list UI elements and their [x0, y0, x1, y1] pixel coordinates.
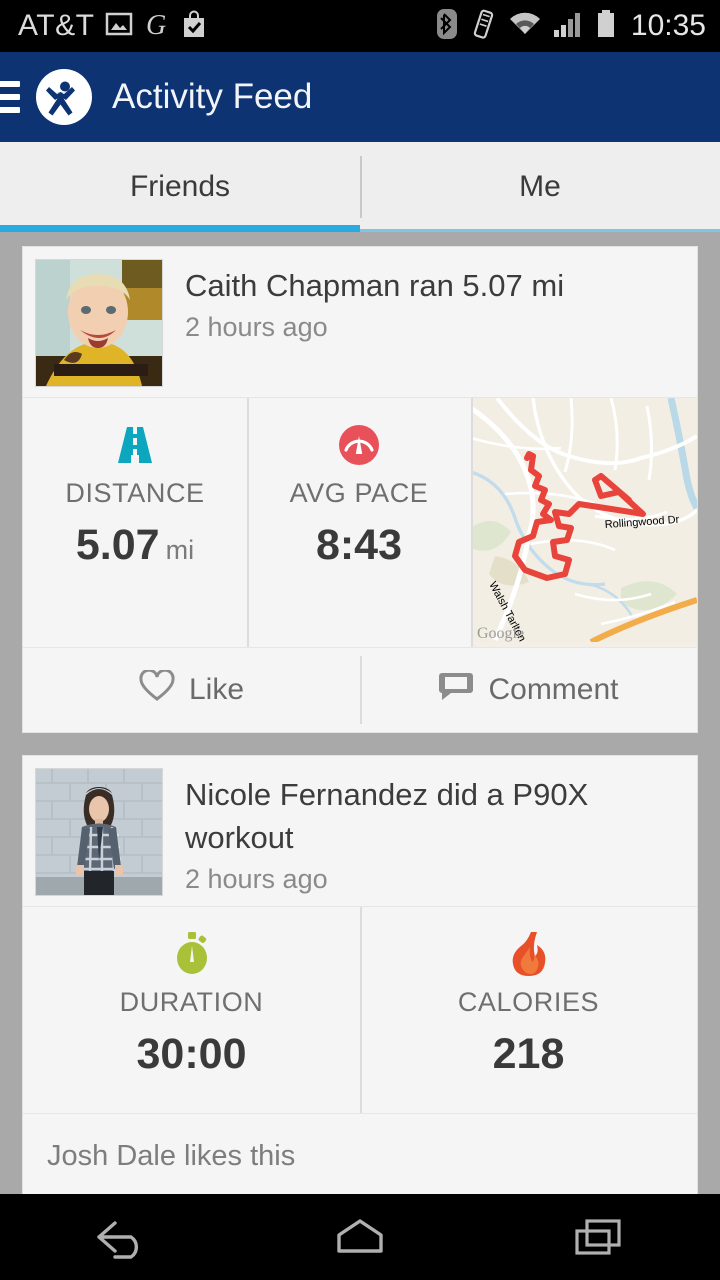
screenshot-icon: [105, 10, 133, 43]
activity-stats-row: DURATION 30:00 CALORIES 218: [23, 906, 697, 1113]
activity-title: Nicole Fernandez did a P90X workout: [185, 777, 589, 855]
stat-number: 30:00: [136, 1030, 247, 1078]
recents-icon[interactable]: [480, 1215, 720, 1259]
status-clock: 10:35: [630, 9, 706, 42]
tab-me[interactable]: Me: [360, 142, 720, 232]
stat-label: CALORIES: [457, 987, 600, 1017]
stat-label: AVG PACE: [289, 478, 429, 508]
avatar[interactable]: [35, 259, 163, 387]
likes-summary[interactable]: Josh Dale likes this: [23, 1113, 697, 1199]
like-button[interactable]: Like: [23, 648, 360, 732]
status-bar-right: 10:35: [436, 8, 706, 45]
vibrate-icon: [469, 8, 497, 45]
activity-card-text: Caith Chapman ran 5.07 mi 2 hours ago: [163, 259, 564, 387]
stat-value: 218: [493, 1030, 565, 1079]
stat-number: 5.07: [75, 521, 160, 569]
activity-title: Caith Chapman ran 5.07 mi: [185, 268, 565, 303]
home-icon[interactable]: [240, 1215, 480, 1259]
tab-friends-underline: [0, 225, 360, 232]
activity-card[interactable]: Nicole Fernandez did a P90X workout 2 ho…: [22, 755, 698, 1200]
tab-friends-label: Friends: [129, 170, 231, 203]
tab-me-underline: [360, 229, 720, 232]
comment-bubble-icon: [438, 670, 474, 710]
activity-card[interactable]: Caith Chapman ran 5.07 mi 2 hours ago DI…: [22, 246, 698, 733]
activity-stats-row: DISTANCE 5.07 mi AVG PACE 8:43 Rollingwo…: [23, 397, 697, 647]
like-label: Like: [188, 673, 245, 706]
avatar[interactable]: [35, 768, 163, 896]
battery-icon: [596, 9, 616, 44]
activity-timestamp: 2 hours ago: [185, 863, 328, 894]
stat-number: 218: [492, 1030, 565, 1078]
speedometer-icon: [338, 422, 380, 468]
road-icon: [113, 422, 157, 468]
comment-button[interactable]: Comment: [360, 648, 697, 732]
stat-unit: mi: [165, 535, 195, 565]
stat-distance: DISTANCE 5.07 mi: [23, 398, 247, 647]
back-icon[interactable]: [0, 1215, 240, 1259]
app-bar: Activity Feed: [0, 52, 720, 142]
g-script-icon: G: [144, 9, 170, 44]
activity-card-header: Caith Chapman ran 5.07 mi 2 hours ago: [23, 247, 697, 397]
tab-friends[interactable]: Friends: [0, 142, 360, 232]
stat-calories: CALORIES 218: [360, 907, 697, 1113]
flame-icon: [511, 931, 547, 977]
stat-value: 30:00: [137, 1030, 247, 1079]
stopwatch-icon: [171, 931, 213, 977]
cellular-signal-icon: [553, 10, 585, 43]
heart-outline-icon: [139, 668, 175, 710]
google-watermark: Google: [477, 625, 525, 642]
activity-card-text: Nicole Fernandez did a P90X workout 2 ho…: [163, 768, 685, 896]
activity-card-header: Nicole Fernandez did a P90X workout 2 ho…: [23, 756, 697, 906]
jumping-person-logo-icon: [36, 69, 92, 125]
stat-duration: DURATION 30:00: [23, 907, 360, 1113]
route-map-thumbnail[interactable]: Rollingwood Dr Walsh Tarlton Google: [471, 398, 697, 647]
stat-number: 8:43: [315, 521, 403, 569]
shopping-bag-check-icon: [181, 9, 207, 44]
stat-value: 5.07 mi: [76, 521, 194, 570]
svg-text:G: G: [146, 10, 166, 39]
android-nav-bar: [0, 1194, 720, 1280]
activity-timestamp: 2 hours ago: [185, 311, 328, 342]
bluetooth-icon: [436, 8, 458, 45]
stat-avg-pace: AVG PACE 8:43: [247, 398, 471, 647]
tab-bar: Friends Me: [0, 142, 720, 232]
stat-value: 8:43: [316, 521, 402, 570]
status-bar-left: AT&T G: [18, 9, 207, 44]
stat-label: DISTANCE: [65, 478, 205, 508]
status-bar: AT&T G 10:35: [0, 0, 720, 52]
wifi-icon: [508, 10, 542, 43]
stat-label: DURATION: [119, 987, 264, 1017]
page-title: Activity Feed: [112, 77, 313, 116]
tab-me-label: Me: [519, 170, 561, 203]
activity-feed[interactable]: Caith Chapman ran 5.07 mi 2 hours ago DI…: [0, 232, 720, 1200]
activity-actions: Like Comment: [23, 647, 697, 732]
hamburger-menu-icon[interactable]: [0, 81, 20, 113]
map-graphic: Rollingwood Dr Walsh Tarlton: [471, 398, 697, 645]
comment-label: Comment: [488, 673, 619, 706]
carrier-label: AT&T: [18, 9, 95, 42]
